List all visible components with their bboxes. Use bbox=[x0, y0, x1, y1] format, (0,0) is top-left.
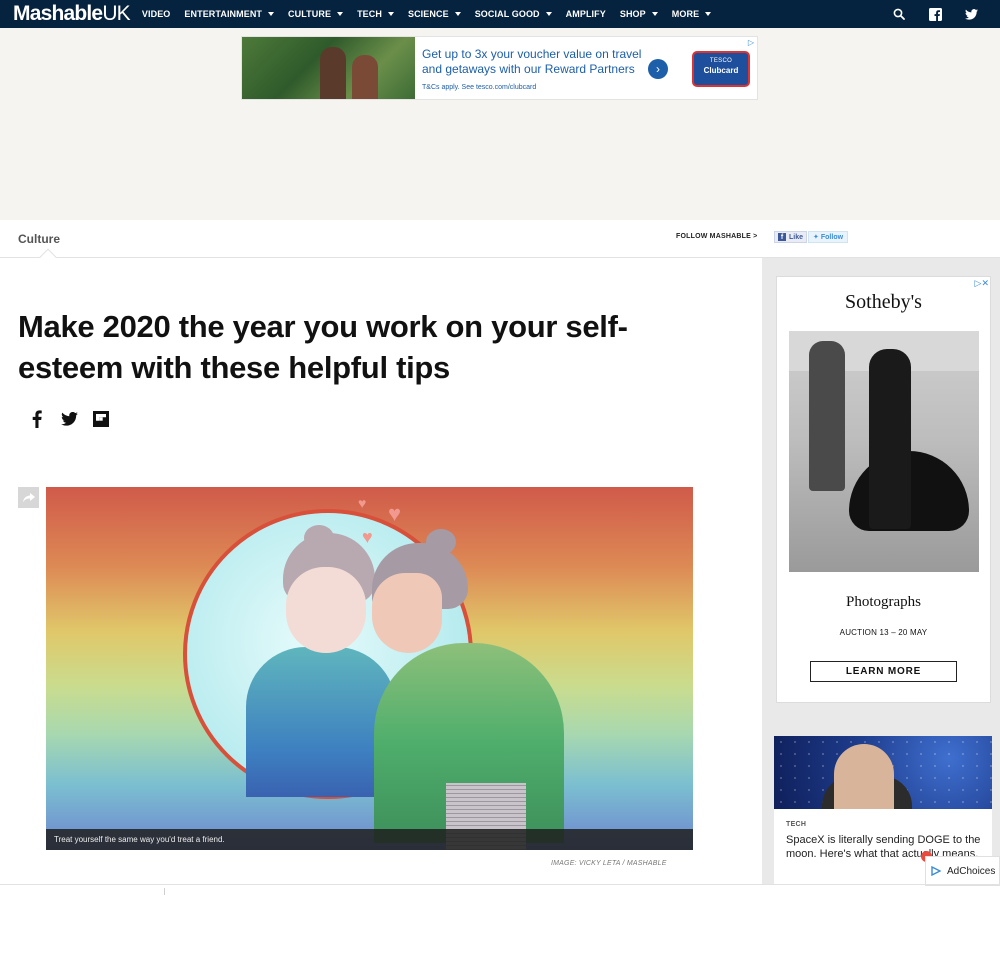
adchoices-icon[interactable]: ▷✕ bbox=[975, 278, 989, 289]
top-ad-region: Get up to 3x your voucher value on trave… bbox=[0, 28, 1000, 220]
nav-item-more[interactable]: MORE bbox=[671, 9, 712, 19]
share-buttons bbox=[27, 409, 123, 429]
clubcard-badge-top: TESCO bbox=[709, 58, 733, 64]
nav-item-label: CULTURE bbox=[288, 9, 332, 19]
nav-item-label: AMPLIFY bbox=[565, 9, 606, 19]
chevron-right-icon[interactable]: › bbox=[648, 59, 668, 79]
reflection-figure-face bbox=[286, 567, 366, 653]
chevron-down-icon bbox=[268, 12, 275, 16]
adchoices-label: AdChoices bbox=[947, 865, 996, 877]
section-notch bbox=[39, 248, 57, 266]
nav-menu: VIDEO ENTERTAINMENT CULTURE TECH SCIENCE… bbox=[142, 9, 725, 19]
section-bar: Culture FOLLOW MASHABLE > f Like ✦ Follow bbox=[0, 220, 1000, 266]
clubcard-badge-bottom: Clubcard bbox=[703, 66, 739, 75]
nav-item-label: SOCIAL GOOD bbox=[474, 9, 540, 19]
facebook-icon: f bbox=[778, 233, 786, 241]
adchoices-icon bbox=[931, 866, 941, 876]
facebook-icon[interactable] bbox=[928, 7, 942, 21]
facebook-icon[interactable] bbox=[27, 409, 47, 429]
logo-suffix: UK bbox=[102, 2, 130, 25]
nav-item-entertainment[interactable]: ENTERTAINMENT bbox=[184, 9, 275, 19]
hero-illustration: ♥ ♥ ♥ Treat yourself the same way you'd … bbox=[46, 487, 693, 850]
footer-tick bbox=[164, 888, 165, 895]
nav-item-social-good[interactable]: SOCIAL GOOD bbox=[475, 9, 552, 19]
ad-brand-name: Sotheby's bbox=[845, 291, 922, 313]
chevron-down-icon bbox=[387, 12, 394, 16]
logo-main: Mashable bbox=[13, 2, 103, 25]
follow-mashable-link[interactable]: FOLLOW MASHABLE > bbox=[676, 233, 757, 240]
share-arrow-icon[interactable] bbox=[18, 487, 39, 508]
facebook-like-label: Like bbox=[789, 233, 804, 241]
promo-category: TECH bbox=[786, 821, 807, 828]
nav-item-shop[interactable]: SHOP bbox=[620, 9, 658, 19]
learn-more-button[interactable]: LEARN MORE bbox=[810, 661, 957, 682]
nav-item-label: SCIENCE bbox=[407, 9, 449, 19]
heart-icon: ♥ bbox=[358, 495, 367, 511]
nav-item-label: MORE bbox=[671, 9, 700, 19]
nav-item-label: VIDEO bbox=[141, 9, 171, 19]
ad-headline: Get up to 3x your voucher value on trave… bbox=[422, 47, 642, 76]
heart-icon: ♥ bbox=[362, 527, 373, 547]
woman-figure-face bbox=[372, 573, 442, 653]
nav-item-tech[interactable]: TECH bbox=[357, 9, 394, 19]
clubcard-badge: TESCO Clubcard bbox=[692, 51, 750, 87]
nav-item-culture[interactable]: CULTURE bbox=[288, 9, 344, 19]
top-nav: MashableUK VIDEO ENTERTAINMENT CULTURE T… bbox=[0, 0, 1000, 28]
footer-divider bbox=[0, 884, 1000, 885]
image-credit: IMAGE: VICKY LETA / MASHABLE bbox=[551, 860, 667, 867]
flipboard-icon[interactable] bbox=[91, 409, 111, 429]
nav-item-label: SHOP bbox=[619, 9, 646, 19]
chevron-down-icon bbox=[705, 12, 712, 16]
section-label[interactable]: Culture bbox=[18, 232, 60, 246]
nav-item-video[interactable]: VIDEO bbox=[142, 9, 171, 19]
ad-subtitle: AUCTION 13 – 20 MAY bbox=[839, 628, 928, 637]
sothebys-ad[interactable]: ▷✕ Sotheby's Photographs AUCTION 13 – 20… bbox=[776, 276, 991, 703]
nav-item-label: ENTERTAINMENT bbox=[184, 9, 263, 19]
nav-item-amplify[interactable]: AMPLIFY bbox=[566, 9, 606, 19]
ad-photo-couple bbox=[242, 37, 415, 99]
ad-title: Photographs bbox=[846, 594, 921, 610]
twitter-icon: ✦ bbox=[813, 234, 819, 241]
reflection-figure-bun bbox=[304, 525, 334, 551]
adchoices-badge[interactable]: AdChoices bbox=[925, 856, 1000, 886]
chevron-down-icon bbox=[454, 12, 461, 16]
adchoices-icon[interactable]: ▷ bbox=[748, 38, 754, 47]
promo-image bbox=[774, 736, 992, 809]
chevron-down-icon bbox=[545, 12, 552, 16]
image-caption: Treat yourself the same way you'd treat … bbox=[46, 829, 693, 850]
twitter-icon[interactable] bbox=[59, 409, 79, 429]
search-icon[interactable] bbox=[892, 7, 906, 21]
twitter-follow-label: Follow bbox=[820, 233, 844, 241]
facebook-like-button[interactable]: f Like bbox=[774, 231, 808, 243]
nav-actions bbox=[892, 0, 1000, 28]
article-headline: Make 2020 the year you work on your self… bbox=[18, 309, 628, 385]
clubcard-banner-ad[interactable]: Get up to 3x your voucher value on trave… bbox=[241, 36, 758, 100]
ad-photo bbox=[789, 331, 979, 572]
twitter-follow-button[interactable]: ✦ Follow bbox=[808, 231, 849, 243]
site-logo[interactable]: MashableUK bbox=[13, 2, 131, 26]
chevron-down-icon bbox=[651, 12, 658, 16]
nav-item-label: TECH bbox=[357, 9, 382, 19]
twitter-icon[interactable] bbox=[964, 7, 978, 21]
woman-figure-bun bbox=[426, 529, 456, 555]
ad-fine-print: T&Cs apply. See tesco.com/clubcard bbox=[422, 84, 537, 91]
heart-icon: ♥ bbox=[388, 501, 402, 526]
chevron-down-icon bbox=[337, 12, 344, 16]
nav-item-science[interactable]: SCIENCE bbox=[408, 9, 461, 19]
ad-brand: Sotheby's bbox=[777, 291, 990, 314]
